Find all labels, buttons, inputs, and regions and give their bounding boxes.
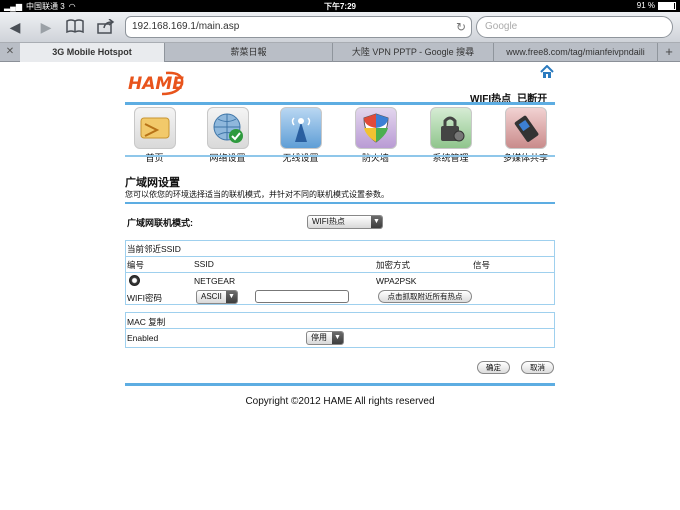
home-card-icon <box>133 107 176 149</box>
back-icon[interactable]: ◀ <box>6 19 24 35</box>
chevron-down-icon: ▼ <box>226 291 237 303</box>
mac-enabled-label: Enabled <box>127 333 159 343</box>
tab-google-search[interactable]: 大陸 VPN PPTP - Google 搜尋 <box>333 43 494 62</box>
nav-divider <box>125 155 555 157</box>
tab-hotspot[interactable]: 3G Mobile Hotspot <box>20 43 165 62</box>
header-number: 编号 <box>127 260 145 270</box>
ssid-encryption: WPA2PSK <box>376 276 417 286</box>
row-divider <box>126 272 554 273</box>
search-placeholder: Google <box>485 21 518 32</box>
status-bar: ▂▄▆ 中国联通 3 ◠ 下午7:29 91 % <box>0 0 680 12</box>
wireless-tower-icon <box>279 107 322 149</box>
chevron-down-icon: ▼ <box>371 216 382 228</box>
header-encryption: 加密方式 <box>376 260 411 270</box>
divider <box>125 202 555 204</box>
globe-check-icon <box>206 107 249 149</box>
battery-percent: 91 % <box>636 1 655 10</box>
forward-icon[interactable]: ▶ <box>37 19 55 35</box>
status-bar-right: 91 % <box>637 1 676 10</box>
chevron-down-icon: ▼ <box>332 332 343 344</box>
scan-hotspots-button[interactable]: 点击抓取附近所有热点 <box>378 290 472 303</box>
ssid-name: NETGEAR <box>194 276 236 286</box>
ssid-radio[interactable] <box>129 275 140 286</box>
address-bar[interactable]: 192.168.169.1/main.asp ↻ <box>125 16 472 38</box>
mac-caption: MAC 复制 <box>127 317 166 327</box>
mac-enabled-value: 停用 <box>311 333 327 342</box>
nav-system-label: 系统管理 <box>432 153 469 163</box>
ssid-table-caption: 当前邻近SSID <box>127 244 181 254</box>
usb-share-icon <box>504 107 547 149</box>
nav-wireless-label: 无线设置 <box>282 153 319 163</box>
section-title: 广域网设置 <box>125 177 180 189</box>
wan-mode-value: WIFI热点 <box>312 217 345 226</box>
hame-logo: HAME <box>126 70 188 96</box>
nav-media-label: 多媒体共享 <box>502 153 548 163</box>
encoding-select[interactable]: ASCII ▼ <box>196 290 238 304</box>
divider <box>125 102 555 105</box>
share-icon[interactable] <box>97 18 115 35</box>
tab-free8[interactable]: www.free8.com/tag/mianfeivpndaili <box>494 43 658 62</box>
battery-icon <box>658 1 676 10</box>
router-page: HAME WIFI热点 已断开 首页 网络设置 无线设置 防火墙 系统管理 多媒… <box>0 62 680 510</box>
divider <box>125 383 555 386</box>
lock-gear-icon <box>429 107 472 149</box>
wan-mode-select[interactable]: WIFI热点 ▼ <box>307 215 383 229</box>
wifi-password-label: WIFI密码 <box>127 293 162 303</box>
home-icon[interactable] <box>540 64 554 78</box>
browser-toolbar: ◀ ▶ 192.168.169.1/main.asp ↻ Google <box>0 12 680 43</box>
nav-home-label: 首页 <box>145 153 164 163</box>
tab-news[interactable]: 薪菜日報 <box>165 43 333 62</box>
url-text: 192.168.169.1/main.asp <box>132 21 240 32</box>
main-nav: 首页 网络设置 无线设置 防火墙 系统管理 多媒体共享 <box>125 107 555 165</box>
clock: 下午7:29 <box>323 2 356 11</box>
bookmarks-icon[interactable] <box>66 19 84 35</box>
section-description: 您可以依您的环境选择适当的联机模式，并针对不同的联机模式设置参数。 <box>125 190 389 199</box>
tab-bar: ✕ 3G Mobile Hotspot 薪菜日報 大陸 VPN PPTP - G… <box>0 43 680 62</box>
row-divider <box>126 328 554 329</box>
header-ssid: SSID <box>194 259 214 269</box>
ok-button[interactable]: 确定 <box>477 361 510 374</box>
close-tab-icon[interactable]: ✕ <box>0 43 20 61</box>
header-signal: 信号 <box>473 260 491 270</box>
reload-icon[interactable]: ↻ <box>456 17 466 37</box>
shield-icon <box>354 107 397 149</box>
wan-mode-label: 广域网联机模式: <box>127 218 193 228</box>
copyright: Copyright ©2012 HAME All rights reserved <box>245 396 435 407</box>
mac-table: MAC 复制 Enabled 停用 ▼ <box>125 312 555 348</box>
row-divider <box>126 256 554 257</box>
encoding-value: ASCII <box>201 292 222 301</box>
cancel-button[interactable]: 取消 <box>521 361 554 374</box>
logo-text: HAME <box>128 74 184 94</box>
mac-enabled-select[interactable]: 停用 ▼ <box>306 331 344 345</box>
ssid-table: 当前邻近SSID 编号 SSID 加密方式 信号 NETGEAR WPA2PSK… <box>125 240 555 305</box>
wifi-password-input[interactable] <box>255 290 349 303</box>
search-field[interactable]: Google <box>476 16 673 38</box>
nav-network-label: 网络设置 <box>209 153 246 163</box>
nav-firewall-label: 防火墙 <box>361 153 389 163</box>
new-tab-icon[interactable]: + <box>658 43 680 61</box>
